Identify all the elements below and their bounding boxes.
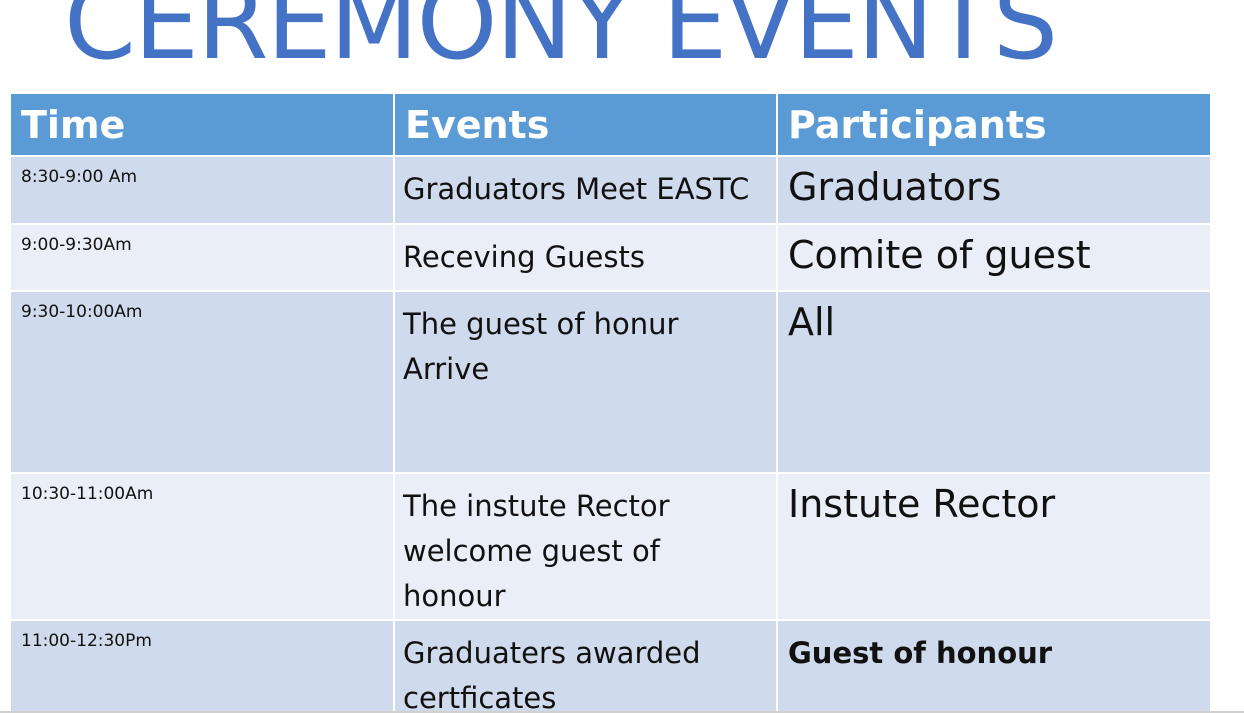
event-cell: Graduaters awarded certficates [394, 619, 778, 713]
participants-cell: Instute Rector [777, 472, 1210, 620]
time-cell: 9:30-10:00Am [11, 290, 395, 473]
event-cell: The instute Rector welcome guest of hono… [394, 472, 778, 620]
time-cell: 9:00-9:30Am [11, 223, 395, 291]
event-cell: Receving Guests [394, 223, 778, 291]
column-header-events: Events [394, 94, 778, 156]
column-header-participants: Participants [777, 94, 1210, 156]
time-cell: 10:30-11:00Am [11, 472, 395, 620]
participants-cell: All [777, 290, 1210, 473]
event-cell: Graduators Meet EASTC [394, 155, 778, 224]
ceremony-schedule-table: Time Events Participants 8:30-9:00 Am Gr… [11, 94, 1210, 713]
time-cell: 11:00-12:30Pm [11, 619, 395, 713]
participants-cell: Guest of honour [777, 619, 1210, 713]
table-row: 8:30-9:00 Am Graduators Meet EASTC Gradu… [11, 155, 1210, 224]
table-row: 9:00-9:30Am Receving Guests Comite of gu… [11, 223, 1210, 291]
slide-title: CEREMONY EVENTS [64, 0, 1058, 83]
event-cell: The guest of honur Arrive [394, 290, 778, 473]
table-header-row: Time Events Participants [11, 94, 1210, 156]
participants-cell: Comite of guest [777, 223, 1210, 291]
table-row: 9:30-10:00Am The guest of honur Arrive A… [11, 290, 1210, 473]
time-cell: 8:30-9:00 Am [11, 155, 395, 224]
table-row: 11:00-12:30Pm Graduaters awarded certfic… [11, 619, 1210, 713]
slide: CEREMONY EVENTS Time Events Participants… [0, 0, 1244, 713]
table-row: 10:30-11:00Am The instute Rector welcome… [11, 472, 1210, 620]
column-header-time: Time [11, 94, 395, 156]
participants-cell: Graduators [777, 155, 1210, 224]
